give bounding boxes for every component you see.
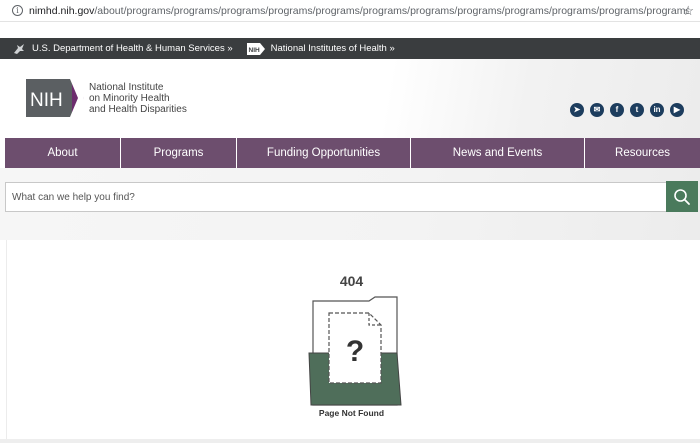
url-domain: nimhd.nih.gov bbox=[29, 4, 95, 17]
youtube-icon[interactable]: ▶ bbox=[670, 103, 684, 117]
telegram-icon[interactable]: ➤ bbox=[570, 103, 584, 117]
site-header: NIH National Institute on Minority Healt… bbox=[0, 59, 700, 139]
error-message: Page Not Found bbox=[318, 408, 385, 418]
org-name-line-2: on Minority Health bbox=[89, 92, 170, 104]
nih-link[interactable]: National Institutes of Health » bbox=[271, 43, 395, 54]
url-path: /about/programs/programs/programs/progra… bbox=[94, 4, 689, 17]
nih-logo-mark: NIH bbox=[26, 79, 84, 117]
missing-file-folder-icon: ? bbox=[308, 296, 402, 406]
page-bottom-edge bbox=[0, 439, 700, 443]
nih-badge-text: NIH bbox=[248, 47, 260, 54]
nav-item-programs[interactable]: Programs bbox=[121, 138, 237, 168]
email-icon[interactable]: ✉ bbox=[590, 103, 604, 117]
org-name-line-3: and Health Disparities bbox=[89, 103, 187, 115]
hhs-link[interactable]: U.S. Department of Health & Human Servic… bbox=[32, 43, 233, 54]
org-name: National Institute on Minority Health an… bbox=[89, 82, 187, 115]
facebook-icon[interactable]: f bbox=[610, 103, 624, 117]
browser-address-bar[interactable]: i nimhd.nih.gov/about/programs/programs/… bbox=[0, 0, 700, 22]
nav-item-resources[interactable]: Resources bbox=[585, 138, 700, 168]
social-links: ➤ ✉ f t in ▶ bbox=[570, 103, 684, 117]
search-input[interactable] bbox=[5, 182, 667, 212]
nav-item-news-and-events[interactable]: News and Events bbox=[411, 138, 585, 168]
search-band bbox=[0, 168, 700, 240]
nav-item-about[interactable]: About bbox=[5, 138, 121, 168]
hhs-bar: U.S. Department of Health & Human Servic… bbox=[0, 38, 700, 59]
nimhd-logo[interactable]: NIH National Institute on Minority Healt… bbox=[26, 79, 187, 117]
nih-badge-icon[interactable]: NIH bbox=[246, 42, 265, 55]
nav-item-funding-opportunities[interactable]: Funding Opportunities bbox=[237, 138, 411, 168]
hhs-eagle-icon bbox=[14, 43, 24, 54]
twitter-icon[interactable]: t bbox=[630, 103, 644, 117]
nih-logo-text: NIH bbox=[30, 90, 63, 111]
info-icon[interactable]: i bbox=[12, 5, 23, 16]
linkedin-icon[interactable]: in bbox=[650, 103, 664, 117]
org-name-line-1: National Institute bbox=[89, 81, 164, 93]
question-mark-text: ? bbox=[346, 335, 364, 368]
search-button[interactable] bbox=[666, 181, 698, 212]
url-text[interactable]: nimhd.nih.gov/about/programs/programs/pr… bbox=[29, 5, 689, 17]
main-nav: About Programs Funding Opportunities New… bbox=[5, 138, 700, 168]
error-code: 404 bbox=[339, 273, 364, 289]
main-content: 404 ? Page Not Found bbox=[6, 240, 696, 439]
search-icon bbox=[674, 188, 690, 205]
star-icon[interactable]: ☆ bbox=[682, 3, 694, 19]
